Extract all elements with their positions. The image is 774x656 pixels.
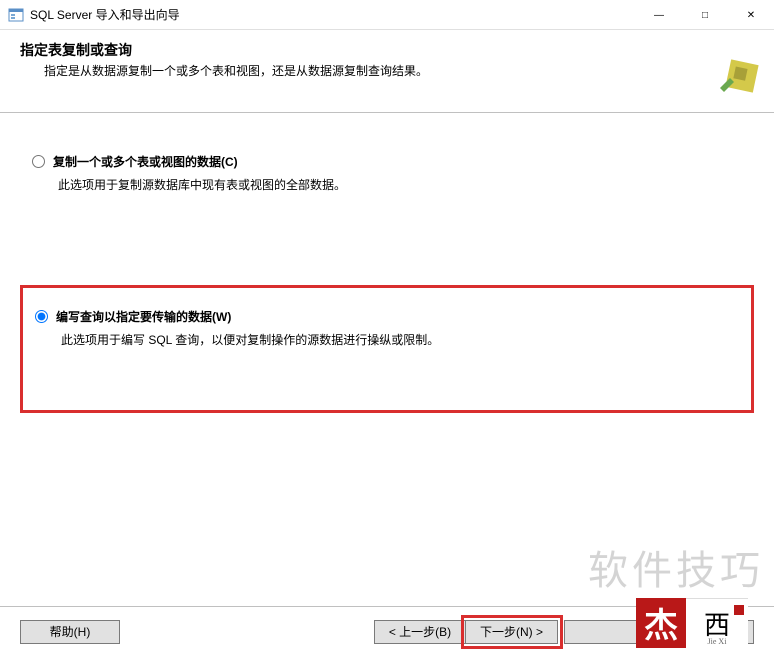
radio-copy-label: 复制一个或多个表或视图的数据(C)	[53, 153, 238, 170]
header-text: 指定表复制或查询 指定是从数据源复制一个或多个表和视图，还是从数据源复制查询结果…	[20, 40, 716, 79]
help-button[interactable]: 帮助(H)	[20, 620, 120, 644]
wizard-icon	[716, 50, 764, 98]
finish-button[interactable]	[564, 620, 656, 644]
page-title: 指定表复制或查询	[20, 40, 716, 60]
cancel-button[interactable]	[662, 620, 754, 644]
window-controls: — □ ✕	[636, 0, 774, 29]
radio-copy-tables[interactable]	[32, 155, 45, 168]
radio-query-label: 编写查询以指定要传输的数据(W)	[56, 308, 231, 325]
wizard-content: 复制一个或多个表或视图的数据(C) 此选项用于复制源数据库中现有表或视图的全部数…	[0, 113, 774, 433]
close-button[interactable]: ✕	[728, 0, 774, 30]
next-button[interactable]: 下一步(N) >	[466, 620, 558, 644]
back-button[interactable]: < 上一步(B)	[374, 620, 466, 644]
radio-query-desc: 此选项用于编写 SQL 查询，以便对复制操作的源数据进行操纵或限制。	[35, 331, 739, 350]
radio-copy-desc: 此选项用于复制源数据库中现有表或视图的全部数据。	[32, 176, 742, 195]
app-icon	[8, 7, 24, 23]
window-title: SQL Server 导入和导出向导	[30, 6, 636, 23]
watermark-text: 软件技巧	[588, 538, 764, 596]
page-subtitle: 指定是从数据源复制一个或多个表和视图，还是从数据源复制查询结果。	[20, 62, 716, 79]
wizard-header: 指定表复制或查询 指定是从数据源复制一个或多个表和视图，还是从数据源复制查询结果…	[0, 30, 774, 113]
titlebar: SQL Server 导入和导出向导 — □ ✕	[0, 0, 774, 30]
maximize-button[interactable]: □	[682, 0, 728, 30]
option-write-query[interactable]: 编写查询以指定要传输的数据(W) 此选项用于编写 SQL 查询，以便对复制操作的…	[20, 285, 754, 413]
wizard-footer: 帮助(H) < 上一步(B) 下一步(N) >	[0, 606, 774, 656]
option-copy-tables[interactable]: 复制一个或多个表或视图的数据(C) 此选项用于复制源数据库中现有表或视图的全部数…	[20, 143, 754, 205]
radio-write-query[interactable]	[35, 310, 48, 323]
minimize-button[interactable]: —	[636, 0, 682, 30]
nav-button-group: < 上一步(B) 下一步(N) >	[374, 620, 558, 644]
